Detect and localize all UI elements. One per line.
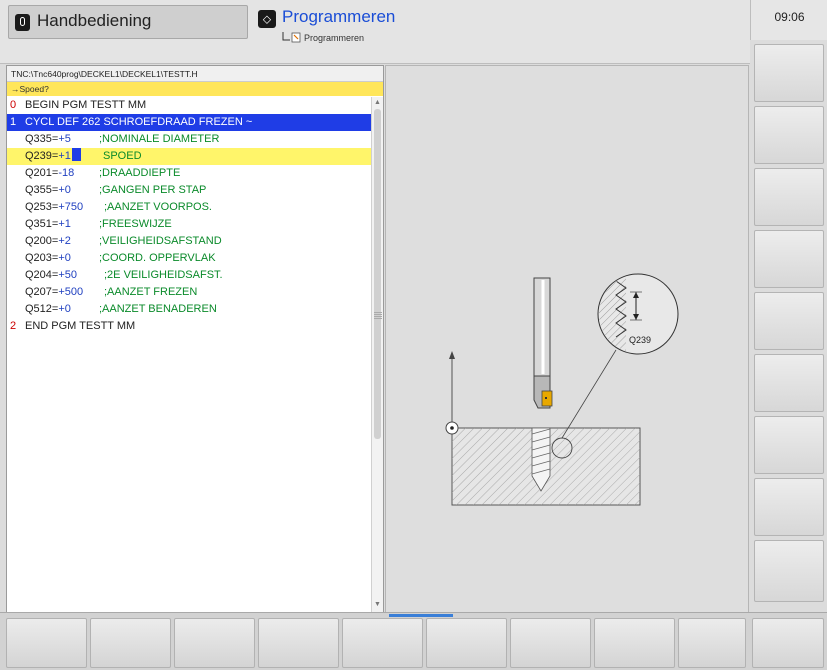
clock-area: 09:06	[750, 0, 827, 40]
program-line[interactable]: 0 BEGIN PGM TESTT MM	[7, 97, 371, 114]
scroll-down-arrow-icon[interactable]: ▼	[374, 601, 381, 608]
program-scrollbar[interactable]: ▲ ▼	[371, 97, 383, 613]
program-line[interactable]: Q351=+1 ;FREESWIJZE	[7, 216, 371, 233]
scrollbar-grip	[374, 312, 382, 319]
softkey-right-5[interactable]	[754, 292, 824, 350]
softkey-right-4[interactable]	[754, 230, 824, 288]
program-line[interactable]: Q253=+750 ;AANZET VOORPOS.	[7, 199, 371, 216]
softkey-5[interactable]	[342, 618, 423, 668]
file-path: TNC:\Tnc640prog\DECKEL1\DECKEL1\TESTT.H	[7, 66, 383, 82]
softkey-1[interactable]	[6, 618, 87, 668]
help-graphic-pane: Q239	[385, 65, 749, 613]
softkey-2[interactable]	[90, 618, 171, 668]
softkey-right-3[interactable]	[754, 168, 824, 226]
softkey-right-1[interactable]	[754, 44, 824, 102]
softkey-6[interactable]	[426, 618, 507, 668]
thread-milling-illustration: Q239	[445, 273, 679, 506]
program-line[interactable]: Q207=+500 ;AANZET FREZEN	[7, 284, 371, 301]
thread-pitch-detail: Q239	[561, 273, 679, 439]
program-file-icon	[282, 32, 301, 43]
softkey-right-8[interactable]	[754, 478, 824, 536]
softkey-10[interactable]	[752, 618, 824, 668]
mode-manual-button[interactable]: Handbediening	[8, 5, 248, 39]
softkey-9[interactable]	[678, 618, 746, 668]
softkey-right-6[interactable]	[754, 354, 824, 412]
milling-tool	[533, 277, 553, 409]
hand-icon	[15, 14, 30, 31]
mode-manual-label: Handbediening	[37, 11, 152, 30]
softkey-8[interactable]	[594, 618, 675, 668]
program-line[interactable]: Q335=+5 ;NOMINALE DIAMETER	[7, 131, 371, 148]
program-line[interactable]: 2 END PGM TESTT MM	[7, 318, 371, 335]
z-axis	[445, 351, 459, 435]
softkey-4[interactable]	[258, 618, 339, 668]
mode-program-title[interactable]: Programmeren	[282, 7, 395, 27]
input-question: →Spoed?	[7, 82, 383, 96]
program-line[interactable]: Q201=-18 ;DRAADDIEPTE	[7, 165, 371, 182]
softkey-right-7[interactable]	[754, 416, 824, 474]
diamond-arrow-icon: ⬦	[258, 10, 276, 28]
program-line[interactable]: Q203=+0 ;COORD. OPPERVLAK	[7, 250, 371, 267]
scrollbar-thumb[interactable]	[374, 109, 381, 439]
page-indicator	[389, 614, 453, 617]
softkey-right-9[interactable]	[754, 540, 824, 602]
softkey-right-2[interactable]	[754, 106, 824, 164]
workpiece	[451, 427, 641, 506]
softkey-3[interactable]	[174, 618, 255, 668]
program-line[interactable]: Q355=+0 ;GANGEN PER STAP	[7, 182, 371, 199]
scroll-up-arrow-icon[interactable]: ▲	[374, 99, 381, 106]
program-line-selected[interactable]: 1 CYCL DEF 262 SCHROEFDRAAD FREZEN ~	[7, 114, 371, 131]
mode-program-subtitle: Programmeren	[304, 33, 365, 43]
program-line[interactable]: Q200=+2 ;VEILIGHEIDSAFSTAND	[7, 233, 371, 250]
program-line-active[interactable]: Q239=+1 SPOED	[7, 148, 371, 165]
detail-label: Q239	[629, 335, 651, 345]
softkey-7[interactable]	[510, 618, 591, 668]
text-cursor	[71, 148, 81, 161]
program-line[interactable]: Q204=+50 ;2E VEILIGHEIDSAFST.	[7, 267, 371, 284]
program-editor[interactable]: TNC:\Tnc640prog\DECKEL1\DECKEL1\TESTT.H …	[6, 65, 384, 613]
program-line[interactable]: Q512=+0 ;AANZET BENADEREN	[7, 301, 371, 318]
clock: 09:06	[774, 10, 805, 24]
